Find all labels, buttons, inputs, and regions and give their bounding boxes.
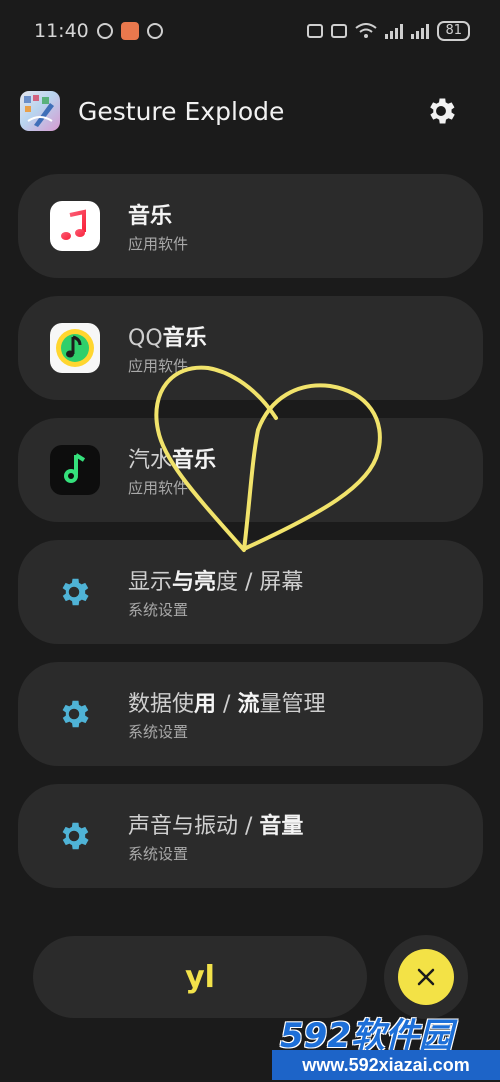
- status-bar: 11:40 81: [0, 0, 500, 62]
- app-notification-icon: [120, 22, 139, 40]
- app-title: Gesture Explode: [78, 96, 285, 126]
- item-title-part: QQ: [128, 326, 163, 351]
- item-title-part: /: [216, 692, 238, 717]
- item-title-part: 音乐: [162, 326, 207, 351]
- status-right: 81: [307, 21, 470, 41]
- list-item-music[interactable]: 音乐 应用软件: [18, 174, 483, 278]
- qq-music-icon: [50, 323, 100, 373]
- list-item-display-brightness[interactable]: 显示与亮度 / 屏幕 系统设置: [18, 540, 483, 644]
- soda-music-icon: [50, 445, 100, 495]
- app-logo-icon: [20, 91, 60, 131]
- status-left: 11:40: [34, 20, 163, 42]
- battery-indicator: 81: [437, 21, 470, 41]
- item-title-part: 数据使: [128, 692, 195, 717]
- notification-icon-2: [146, 23, 163, 39]
- item-title: QQ音乐: [128, 320, 207, 352]
- item-title: 显示与亮度 / 屏幕: [128, 564, 303, 596]
- item-title-part: 音乐: [128, 204, 173, 229]
- list-item-soda-music[interactable]: 汽水音乐 应用软件: [18, 418, 483, 522]
- wifi-icon: [355, 23, 378, 38]
- app-header: Gesture Explode: [20, 88, 480, 134]
- item-title-part: 声音与振动 /: [128, 814, 260, 839]
- item-title-part: 度 / 屏幕: [216, 570, 304, 595]
- gear-icon: [430, 98, 455, 124]
- watermark-url: www.592xiazai.com: [272, 1050, 500, 1080]
- gear-icon: [56, 696, 92, 732]
- item-subtitle: 系统设置: [128, 601, 189, 619]
- settings-button[interactable]: [424, 94, 458, 128]
- list-item-sound-vibration[interactable]: 声音与振动 / 音量 系统设置: [18, 784, 483, 888]
- item-title-part: 汽水: [128, 448, 173, 473]
- close-icon: [417, 968, 435, 986]
- item-subtitle: 应用软件: [128, 235, 189, 253]
- gesture-input[interactable]: yl: [33, 936, 367, 1018]
- item-title: 音乐: [128, 198, 172, 230]
- item-subtitle: 系统设置: [128, 845, 189, 863]
- item-title: 汽水音乐: [128, 442, 216, 474]
- item-title: 数据使用 / 流量管理: [128, 686, 325, 718]
- item-title-part: 音量: [259, 814, 304, 839]
- signal-icon: [385, 23, 404, 39]
- watermark: 592软件园 www.592xiazai.com: [272, 1008, 500, 1082]
- mute-icon: [331, 24, 348, 38]
- item-title: 声音与振动 / 音量: [128, 808, 303, 840]
- item-title-part: 与亮: [172, 570, 217, 595]
- close-button-container: [384, 935, 468, 1019]
- vibrate-icon: [307, 24, 324, 38]
- music-app-icon: [50, 201, 100, 251]
- signal-icon-2: [411, 23, 430, 39]
- item-subtitle: 应用软件: [128, 357, 189, 375]
- close-button[interactable]: [398, 949, 454, 1005]
- gear-icon: [56, 818, 92, 854]
- item-title-part: 显示: [128, 570, 173, 595]
- item-subtitle: 应用软件: [128, 479, 189, 497]
- item-title-part: 音乐: [172, 448, 217, 473]
- item-title-part: 用: [194, 692, 217, 717]
- item-title-part: 量管理: [259, 692, 326, 717]
- list-item-data-usage[interactable]: 数据使用 / 流量管理 系统设置: [18, 662, 483, 766]
- notification-icon: [96, 23, 113, 39]
- item-subtitle: 系统设置: [128, 723, 189, 741]
- status-time: 11:40: [34, 20, 89, 42]
- item-title-part: 流: [237, 692, 260, 717]
- gear-icon: [56, 574, 92, 610]
- list-item-qq-music[interactable]: QQ音乐 应用软件: [18, 296, 483, 400]
